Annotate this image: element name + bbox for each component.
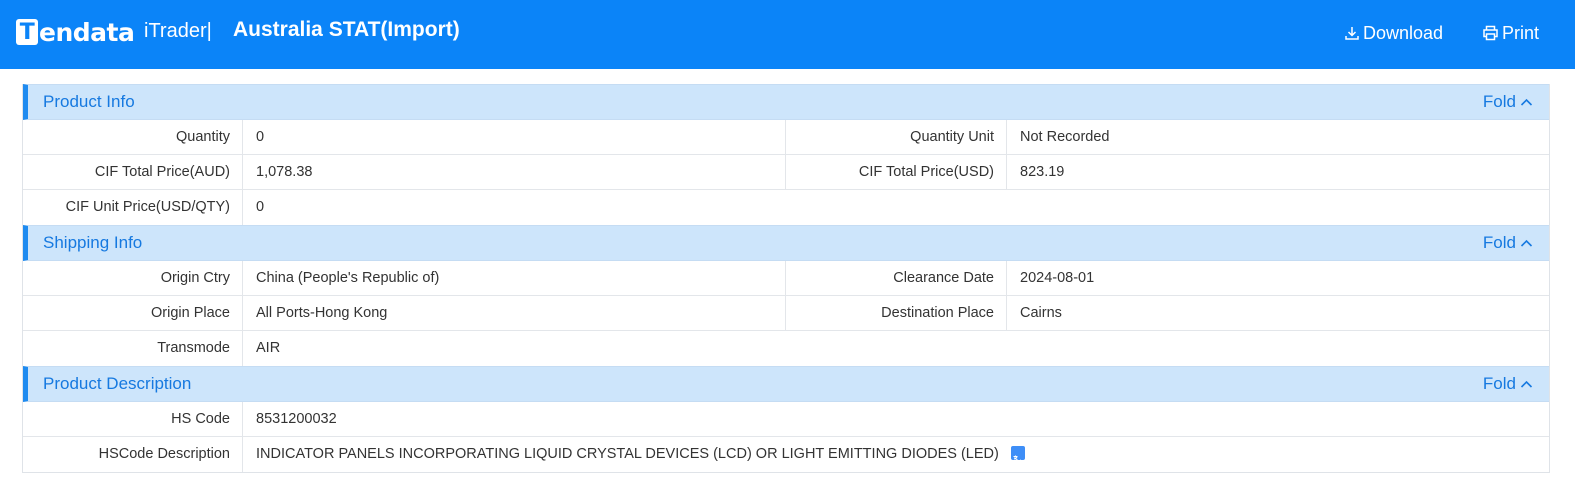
hscode-description-text: INDICATOR PANELS INCORPORATING LIQUID CR…	[256, 446, 999, 462]
field-label: CIF Unit Price(USD/QTY)	[23, 190, 243, 225]
field-label: HSCode Description	[23, 437, 243, 472]
section-header-product-description: Product Description Fold	[23, 366, 1549, 402]
fold-label: Fold	[1482, 374, 1516, 393]
field-value-with-icon: INDICATOR PANELS INCORPORATING LIQUID CR…	[243, 437, 1549, 472]
fold-toggle[interactable]: Fold	[1483, 374, 1533, 394]
download-button[interactable]: Download	[1344, 21, 1443, 45]
detail-panel: Product Info Fold Quantity 0 Quantity Un…	[22, 84, 1550, 473]
field-label: Destination Place	[786, 296, 1007, 330]
fold-toggle[interactable]: Fold	[1483, 92, 1533, 112]
section-header-product-info: Product Info Fold	[23, 84, 1549, 120]
fold-label: Fold	[1482, 92, 1516, 111]
field-value: 0	[243, 120, 786, 154]
field-label: CIF Total Price(USD)	[786, 155, 1007, 189]
field-label: Transmode	[23, 331, 243, 366]
fold-label: Fold	[1482, 233, 1516, 252]
table-row: CIF Total Price(AUD) 1,078.38 CIF Total …	[23, 155, 1549, 190]
translate-icon[interactable]	[1010, 446, 1025, 466]
download-label: Download	[1363, 22, 1444, 43]
logo-text: endata	[39, 17, 135, 47]
field-label: Quantity Unit	[786, 120, 1007, 154]
field-label: HS Code	[23, 402, 243, 436]
chevron-up-icon	[1520, 98, 1533, 106]
table-row: Origin Ctry China (People's Republic of)…	[23, 261, 1549, 296]
field-value: 2024-08-01	[1020, 270, 1095, 286]
table-row: Origin Place All Ports-Hong Kong Destina…	[23, 296, 1549, 331]
field-value: 1,078.38	[243, 155, 786, 189]
logo-letter: T	[16, 19, 38, 45]
field-label: Clearance Date	[786, 261, 1007, 295]
table-row: CIF Unit Price(USD/QTY) 0	[23, 190, 1549, 225]
section-title: Shipping Info	[43, 233, 143, 252]
table-row: HS Code 8531200032	[23, 402, 1549, 437]
tendata-logo[interactable]: Tendata	[16, 17, 135, 47]
print-button[interactable]: Print	[1482, 21, 1539, 45]
field-value: AIR	[256, 340, 281, 356]
printer-icon	[1483, 25, 1498, 41]
print-label: Print	[1502, 22, 1540, 43]
product-name: iTrader|	[144, 20, 212, 42]
field-value: 0	[256, 199, 265, 215]
table-row: Quantity 0 Quantity Unit Not Recorded	[23, 120, 1549, 155]
top-bar: Tendata iTrader| Australia STAT(Import) …	[0, 0, 1575, 69]
field-value: Not Recorded	[1020, 129, 1110, 145]
section-title: Product Description	[43, 374, 192, 393]
field-value: 823.19	[1020, 164, 1065, 180]
field-value: Cairns	[1020, 305, 1062, 321]
section-header-shipping-info: Shipping Info Fold	[23, 225, 1549, 261]
chevron-up-icon	[1520, 239, 1533, 247]
field-label: Quantity	[23, 120, 243, 154]
field-label: Origin Place	[23, 296, 243, 330]
table-row: Transmode AIR	[23, 331, 1549, 366]
chevron-up-icon	[1520, 380, 1533, 388]
table-row: HSCode Description INDICATOR PANELS INCO…	[23, 437, 1549, 472]
field-value: 8531200032	[256, 411, 337, 427]
download-icon	[1345, 27, 1359, 40]
field-label: Origin Ctry	[23, 261, 243, 295]
fold-toggle[interactable]: Fold	[1483, 233, 1533, 253]
section-title: Product Info	[43, 92, 135, 111]
field-value: All Ports-Hong Kong	[243, 296, 786, 330]
field-label: CIF Total Price(AUD)	[23, 155, 243, 189]
page-title: Australia STAT(Import)	[233, 18, 460, 41]
field-value: China (People's Republic of)	[243, 261, 786, 295]
